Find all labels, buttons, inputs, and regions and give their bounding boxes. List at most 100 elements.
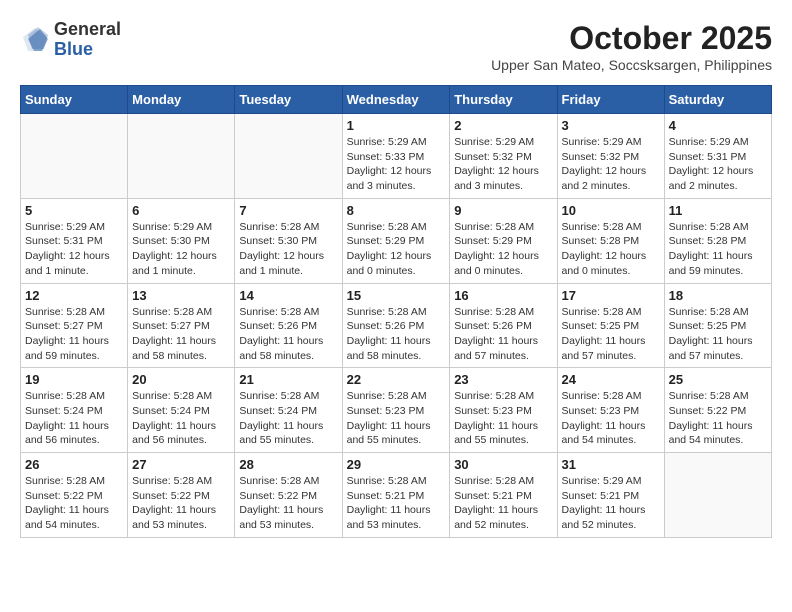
calendar-day-cell: 23 Sunrise: 5:28 AM Sunset: 5:23 PM Dayli… — [450, 368, 557, 453]
logo-icon — [20, 25, 50, 55]
calendar-week-row: 1 Sunrise: 5:29 AM Sunset: 5:33 PM Daylig… — [21, 114, 772, 199]
calendar-day-cell: 19Sunrise: 5:28 AM Sunset: 5:24 PM Dayli… — [21, 368, 128, 453]
day-info: Sunrise: 5:28 AM Sunset: 5:22 PM Dayligh… — [25, 474, 123, 533]
calendar-week-row: 26 Sunrise: 5:28 AM Sunset: 5:22 PM Dayli… — [21, 453, 772, 538]
calendar-day-cell: 26 Sunrise: 5:28 AM Sunset: 5:22 PM Dayli… — [21, 453, 128, 538]
day-number: 10 — [562, 203, 660, 218]
day-number: 31 — [562, 457, 660, 472]
weekday-header-wednesday: Wednesday — [342, 86, 450, 114]
day-number: 21 — [239, 372, 337, 387]
location-subtitle: Upper San Mateo, Soccsksargen, Philippin… — [491, 57, 772, 73]
day-number: 18 — [669, 288, 767, 303]
calendar-day-cell: 9 Sunrise: 5:28 AM Sunset: 5:29 PM Daylig… — [450, 198, 557, 283]
day-info: Sunrise: 5:28 AM Sunset: 5:26 PM Dayligh… — [454, 305, 552, 364]
day-number: 9 — [454, 203, 552, 218]
weekday-header-friday: Friday — [557, 86, 664, 114]
day-info: Sunrise: 5:28 AM Sunset: 5:24 PM Dayligh… — [132, 389, 230, 448]
day-number: 13 — [132, 288, 230, 303]
calendar-day-cell: 30Sunrise: 5:28 AM Sunset: 5:21 PM Dayli… — [450, 453, 557, 538]
calendar-day-cell: 24 Sunrise: 5:28 AM Sunset: 5:23 PM Dayli… — [557, 368, 664, 453]
day-info: Sunrise: 5:29 AM Sunset: 5:30 PM Dayligh… — [132, 220, 230, 279]
day-info: Sunrise: 5:28 AM Sunset: 5:22 PM Dayligh… — [239, 474, 337, 533]
day-info: Sunrise: 5:28 AM Sunset: 5:26 PM Dayligh… — [239, 305, 337, 364]
logo-blue-text: Blue — [54, 40, 121, 60]
day-number: 17 — [562, 288, 660, 303]
day-info: Sunrise: 5:28 AM Sunset: 5:23 PM Dayligh… — [562, 389, 660, 448]
day-info: Sunrise: 5:29 AM Sunset: 5:32 PM Dayligh… — [562, 135, 660, 194]
calendar-day-cell — [235, 114, 342, 199]
calendar-day-cell: 10 Sunrise: 5:28 AM Sunset: 5:28 PM Dayli… — [557, 198, 664, 283]
day-number: 20 — [132, 372, 230, 387]
calendar-day-cell: 8 Sunrise: 5:28 AM Sunset: 5:29 PM Daylig… — [342, 198, 450, 283]
day-number: 26 — [25, 457, 123, 472]
day-number: 12 — [25, 288, 123, 303]
calendar-table: SundayMondayTuesdayWednesdayThursdayFrid… — [20, 85, 772, 538]
day-number: 28 — [239, 457, 337, 472]
day-number: 4 — [669, 118, 767, 133]
day-info: Sunrise: 5:28 AM Sunset: 5:21 PM Dayligh… — [454, 474, 552, 533]
calendar-day-cell: 18 Sunrise: 5:28 AM Sunset: 5:25 PM Dayli… — [664, 283, 771, 368]
day-info: Sunrise: 5:28 AM Sunset: 5:24 PM Dayligh… — [239, 389, 337, 448]
weekday-header-monday: Monday — [128, 86, 235, 114]
day-number: 11 — [669, 203, 767, 218]
day-info: Sunrise: 5:28 AM Sunset: 5:27 PM Dayligh… — [132, 305, 230, 364]
logo-general-text: General — [54, 20, 121, 40]
calendar-day-cell: 6 Sunrise: 5:29 AM Sunset: 5:30 PM Daylig… — [128, 198, 235, 283]
day-number: 3 — [562, 118, 660, 133]
day-info: Sunrise: 5:28 AM Sunset: 5:22 PM Dayligh… — [132, 474, 230, 533]
day-info: Sunrise: 5:28 AM Sunset: 5:25 PM Dayligh… — [562, 305, 660, 364]
calendar-day-cell: 21 Sunrise: 5:28 AM Sunset: 5:24 PM Dayli… — [235, 368, 342, 453]
calendar-day-cell: 16 Sunrise: 5:28 AM Sunset: 5:26 PM Dayli… — [450, 283, 557, 368]
day-info: Sunrise: 5:28 AM Sunset: 5:21 PM Dayligh… — [347, 474, 446, 533]
day-number: 7 — [239, 203, 337, 218]
weekday-header-tuesday: Tuesday — [235, 86, 342, 114]
calendar-day-cell: 29 Sunrise: 5:28 AM Sunset: 5:21 PM Dayli… — [342, 453, 450, 538]
calendar-week-row: 12 Sunrise: 5:28 AM Sunset: 5:27 PM Dayli… — [21, 283, 772, 368]
calendar-day-cell: 22 Sunrise: 5:28 AM Sunset: 5:23 PM Dayli… — [342, 368, 450, 453]
calendar-day-cell: 31Sunrise: 5:29 AM Sunset: 5:21 PM Dayli… — [557, 453, 664, 538]
calendar-week-row: 19Sunrise: 5:28 AM Sunset: 5:24 PM Dayli… — [21, 368, 772, 453]
day-number: 2 — [454, 118, 552, 133]
day-info: Sunrise: 5:28 AM Sunset: 5:23 PM Dayligh… — [347, 389, 446, 448]
day-info: Sunrise: 5:28 AM Sunset: 5:30 PM Dayligh… — [239, 220, 337, 279]
weekday-header-sunday: Sunday — [21, 86, 128, 114]
day-number: 6 — [132, 203, 230, 218]
calendar-day-cell: 4 Sunrise: 5:29 AM Sunset: 5:31 PM Daylig… — [664, 114, 771, 199]
calendar-day-cell: 3 Sunrise: 5:29 AM Sunset: 5:32 PM Daylig… — [557, 114, 664, 199]
calendar-day-cell: 20 Sunrise: 5:28 AM Sunset: 5:24 PM Dayli… — [128, 368, 235, 453]
day-number: 24 — [562, 372, 660, 387]
day-info: Sunrise: 5:29 AM Sunset: 5:32 PM Dayligh… — [454, 135, 552, 194]
day-number: 25 — [669, 372, 767, 387]
day-number: 5 — [25, 203, 123, 218]
calendar-week-row: 5 Sunrise: 5:29 AM Sunset: 5:31 PM Daylig… — [21, 198, 772, 283]
day-number: 22 — [347, 372, 446, 387]
calendar-day-cell — [128, 114, 235, 199]
day-info: Sunrise: 5:28 AM Sunset: 5:28 PM Dayligh… — [669, 220, 767, 279]
day-number: 29 — [347, 457, 446, 472]
calendar-header-row: SundayMondayTuesdayWednesdayThursdayFrid… — [21, 86, 772, 114]
day-number: 8 — [347, 203, 446, 218]
month-title: October 2025 — [491, 20, 772, 57]
day-number: 27 — [132, 457, 230, 472]
calendar-day-cell: 17 Sunrise: 5:28 AM Sunset: 5:25 PM Dayli… — [557, 283, 664, 368]
calendar-day-cell: 5 Sunrise: 5:29 AM Sunset: 5:31 PM Daylig… — [21, 198, 128, 283]
day-info: Sunrise: 5:29 AM Sunset: 5:33 PM Dayligh… — [347, 135, 446, 194]
calendar-day-cell: 15Sunrise: 5:28 AM Sunset: 5:26 PM Dayli… — [342, 283, 450, 368]
calendar-day-cell: 14Sunrise: 5:28 AM Sunset: 5:26 PM Dayli… — [235, 283, 342, 368]
day-info: Sunrise: 5:28 AM Sunset: 5:27 PM Dayligh… — [25, 305, 123, 364]
weekday-header-thursday: Thursday — [450, 86, 557, 114]
day-number: 23 — [454, 372, 552, 387]
day-info: Sunrise: 5:28 AM Sunset: 5:28 PM Dayligh… — [562, 220, 660, 279]
day-number: 1 — [347, 118, 446, 133]
day-info: Sunrise: 5:28 AM Sunset: 5:29 PM Dayligh… — [454, 220, 552, 279]
calendar-day-cell: 11 Sunrise: 5:28 AM Sunset: 5:28 PM Dayli… — [664, 198, 771, 283]
day-info: Sunrise: 5:29 AM Sunset: 5:31 PM Dayligh… — [669, 135, 767, 194]
day-number: 16 — [454, 288, 552, 303]
day-info: Sunrise: 5:29 AM Sunset: 5:31 PM Dayligh… — [25, 220, 123, 279]
day-info: Sunrise: 5:28 AM Sunset: 5:23 PM Dayligh… — [454, 389, 552, 448]
calendar-day-cell: 12 Sunrise: 5:28 AM Sunset: 5:27 PM Dayli… — [21, 283, 128, 368]
day-info: Sunrise: 5:28 AM Sunset: 5:29 PM Dayligh… — [347, 220, 446, 279]
day-info: Sunrise: 5:28 AM Sunset: 5:26 PM Dayligh… — [347, 305, 446, 364]
day-info: Sunrise: 5:28 AM Sunset: 5:25 PM Dayligh… — [669, 305, 767, 364]
calendar-day-cell — [21, 114, 128, 199]
